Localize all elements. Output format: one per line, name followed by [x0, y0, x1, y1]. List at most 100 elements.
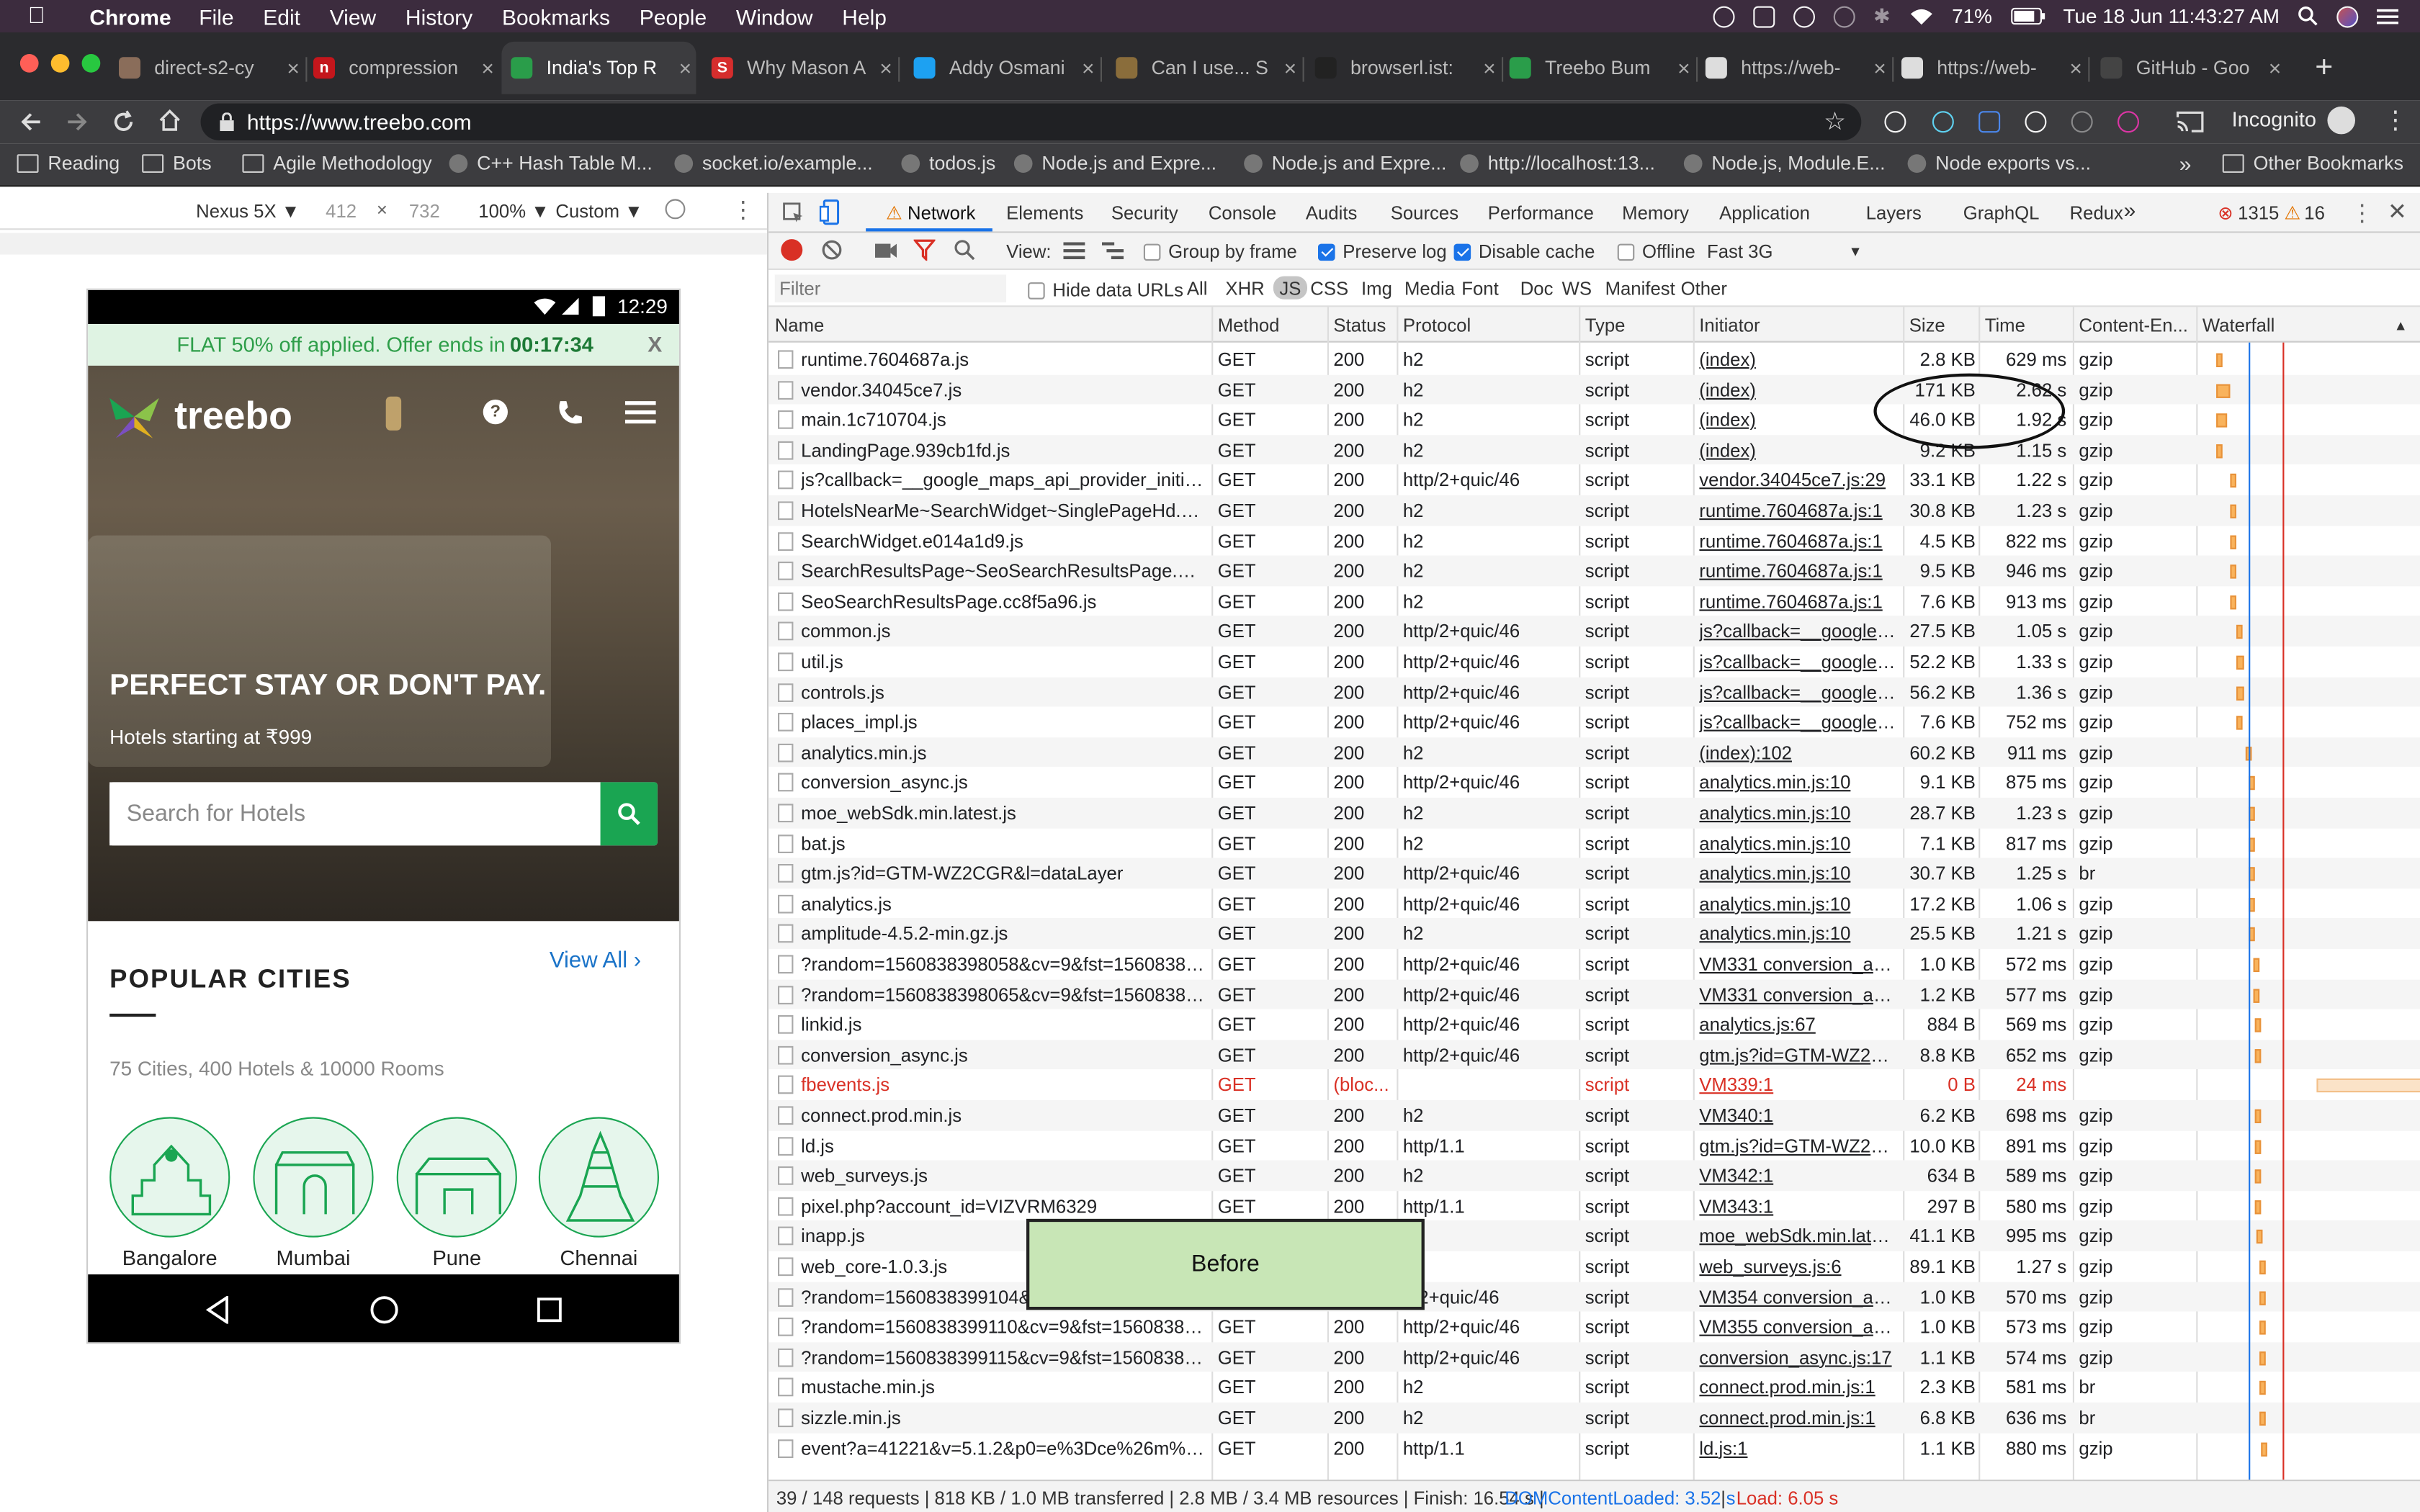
request-initiator[interactable]: (index) — [1699, 409, 1896, 431]
close-tab-icon[interactable]: × — [1479, 55, 1500, 80]
table-row[interactable]: bat.js GET 200 h2 script analytics.min.js:10 7… — [768, 828, 2420, 858]
clear-icon[interactable] — [821, 239, 843, 261]
request-initiator[interactable]: (index) — [1699, 439, 1896, 461]
waterfall-bar[interactable] — [2231, 474, 2238, 488]
disable-cache-checkbox[interactable]: Disable cache — [1453, 240, 1595, 262]
close-tab-icon[interactable]: × — [1869, 55, 1891, 80]
waterfall-bar[interactable] — [2217, 413, 2228, 428]
request-initiator[interactable]: moe_webSdk.min.late... — [1699, 1225, 1896, 1247]
waterfall-bar[interactable] — [2259, 1381, 2267, 1395]
table-row[interactable]: ?random=1560838398065&cv=9&fst=156083839… — [768, 978, 2420, 1009]
hamburger-menu-icon[interactable] — [624, 400, 656, 424]
address-bar[interactable]: https://www.treebo.com ☆ — [200, 103, 1862, 140]
table-row[interactable]: event?a=41221&v=5.1.2&p0=e%3Dce%26m%3...… — [768, 1433, 2420, 1463]
record-button[interactable] — [781, 239, 803, 261]
waterfall-bar[interactable] — [2237, 685, 2244, 700]
request-initiator[interactable]: conversion_async.js:17 — [1699, 1346, 1896, 1368]
waterfall-bar[interactable] — [2217, 383, 2231, 397]
column-header-initiator[interactable]: Initiator — [1699, 315, 1760, 336]
waterfall-bar[interactable] — [2256, 1230, 2263, 1244]
tab-layers[interactable]: Layers — [1866, 202, 1922, 224]
search-button[interactable] — [600, 782, 658, 846]
city-card-bangalore[interactable]: Bangalore — [109, 1117, 230, 1270]
request-initiator[interactable]: analytics.min.js:10 — [1699, 863, 1896, 884]
table-row[interactable]: fbevents.js GET (bloc... script VM339:1 0 B 24… — [768, 1070, 2420, 1100]
extension-icon[interactable] — [1884, 111, 1906, 133]
bookmark-item[interactable]: Bots — [142, 153, 212, 174]
close-tab-icon[interactable]: × — [1673, 55, 1695, 80]
request-initiator[interactable]: analytics.min.js:10 — [1699, 923, 1896, 945]
waterfall-bar[interactable] — [2217, 353, 2223, 367]
more-menu-icon[interactable]: ⋮ — [2383, 105, 2408, 136]
table-row[interactable]: LandingPage.939cb1fd.js GET 200 h2 script (in… — [768, 434, 2420, 465]
close-tab-icon[interactable]: × — [1077, 55, 1099, 80]
column-header-content-encoding[interactable]: Content-En... — [2079, 315, 2188, 336]
siri-icon[interactable] — [2336, 5, 2359, 27]
close-devtools-icon[interactable]: ✕ — [2388, 197, 2407, 225]
bluetooth-icon[interactable]: ✱ — [1873, 4, 1890, 28]
waterfall-bar[interactable] — [2237, 655, 2244, 670]
device-toggle-icon[interactable] — [819, 199, 841, 225]
warning-count[interactable]: 16 — [2304, 202, 2325, 224]
waterfall-bar[interactable] — [2259, 1411, 2267, 1426]
table-row[interactable]: web_core-1.0.3.js script web_surveys.js:6 8… — [768, 1251, 2420, 1282]
request-initiator[interactable]: VM355 conversion_as... — [1699, 1316, 1896, 1338]
inspect-element-icon[interactable] — [782, 202, 804, 224]
waterfall-bar[interactable] — [2254, 958, 2260, 972]
checkbox[interactable] — [1028, 282, 1045, 299]
table-row[interactable]: SearchWidget.e014a1d9.js GET 200 h2 script ru… — [768, 526, 2420, 556]
filter-type-font[interactable]: Font — [1461, 278, 1498, 300]
waterfall-bar[interactable] — [2249, 897, 2256, 912]
request-initiator[interactable]: runtime.7604687a.js:1 — [1699, 530, 1896, 552]
zoom-select[interactable]: 100% ▼ — [478, 201, 549, 222]
clock[interactable]: Tue 18 Jun 11:43:27 AM — [2063, 4, 2280, 27]
device-height-input[interactable]: 732 — [409, 201, 440, 222]
menu-people[interactable]: People — [640, 4, 707, 28]
waterfall-bar[interactable] — [2237, 625, 2244, 639]
browser-tab[interactable]: Can I use... S × — [1106, 42, 1301, 94]
table-row[interactable]: mustache.min.js GET 200 h2 script connect.pro… — [768, 1372, 2420, 1403]
close-tab-icon[interactable]: × — [875, 55, 897, 80]
browser-tab[interactable]: Treebo Bum × — [1500, 42, 1695, 94]
browser-tab[interactable]: browserl.ist: × — [1306, 42, 1500, 94]
browser-tab[interactable]: S Why Mason A × — [702, 42, 897, 94]
table-row[interactable]: ?random=1560838399110&cv=9&fst=156083839… — [768, 1312, 2420, 1342]
table-row[interactable]: ?random=1560838398058&cv=9&fst=156083839… — [768, 949, 2420, 979]
tab-performance[interactable]: Performance — [1488, 202, 1594, 224]
android-home-icon[interactable] — [369, 1295, 400, 1326]
screenshot-camera-icon[interactable] — [874, 240, 898, 259]
back-icon[interactable] — [19, 109, 43, 134]
media-query-bar[interactable] — [0, 233, 767, 255]
filter-type-other[interactable]: Other — [1681, 278, 1727, 300]
incognito-icon[interactable] — [2327, 106, 2355, 135]
react-devtools-icon[interactable] — [1932, 111, 1954, 133]
table-row[interactable]: sizzle.min.js GET 200 h2 script connect.prod.… — [768, 1402, 2420, 1433]
treebo-logo-icon[interactable] — [109, 393, 159, 439]
close-tab-icon[interactable]: × — [477, 55, 498, 80]
request-initiator[interactable]: (index) — [1699, 348, 1896, 370]
tab-sources[interactable]: Sources — [1391, 202, 1458, 224]
battery-icon[interactable] — [2010, 7, 2045, 25]
graphql-icon[interactable] — [2118, 111, 2139, 133]
hide-data-urls-checkbox[interactable]: Hide data URLs — [1028, 279, 1183, 301]
warning-icon[interactable]: ⚠ — [2284, 202, 2300, 224]
checkbox[interactable] — [1617, 243, 1635, 261]
waterfall-bar[interactable] — [2316, 1079, 2420, 1093]
menu-file[interactable]: File — [199, 4, 233, 28]
brand-name[interactable]: treebo — [174, 395, 292, 440]
request-initiator[interactable]: analytics.min.js:10 — [1699, 802, 1896, 824]
tab-network[interactable]: Network — [908, 202, 975, 224]
request-initiator[interactable]: runtime.7604687a.js:1 — [1699, 560, 1896, 582]
table-row[interactable]: moe_webSdk.min.latest.js GET 200 h2 script an… — [768, 797, 2420, 828]
column-header-name[interactable]: Name — [775, 315, 825, 336]
bookmark-item[interactable]: Node.js and Expre... — [1013, 153, 1216, 174]
table-row[interactable]: HotelsNearMe~SearchWidget~SinglePageHd.d… — [768, 495, 2420, 526]
menu-edit[interactable]: Edit — [263, 4, 300, 28]
menu-history[interactable]: History — [405, 4, 472, 28]
menubar-app-name[interactable]: Chrome — [89, 4, 171, 28]
device-more-icon[interactable]: ⋮ — [732, 196, 755, 223]
bookmarks-overflow-button[interactable]: » — [2179, 151, 2192, 176]
table-row[interactable]: ?random=1560838399115&cv=9&fst=156083839… — [768, 1341, 2420, 1372]
filter-type-css[interactable]: CSS — [1310, 278, 1348, 300]
column-header-status[interactable]: Status — [1333, 315, 1386, 336]
